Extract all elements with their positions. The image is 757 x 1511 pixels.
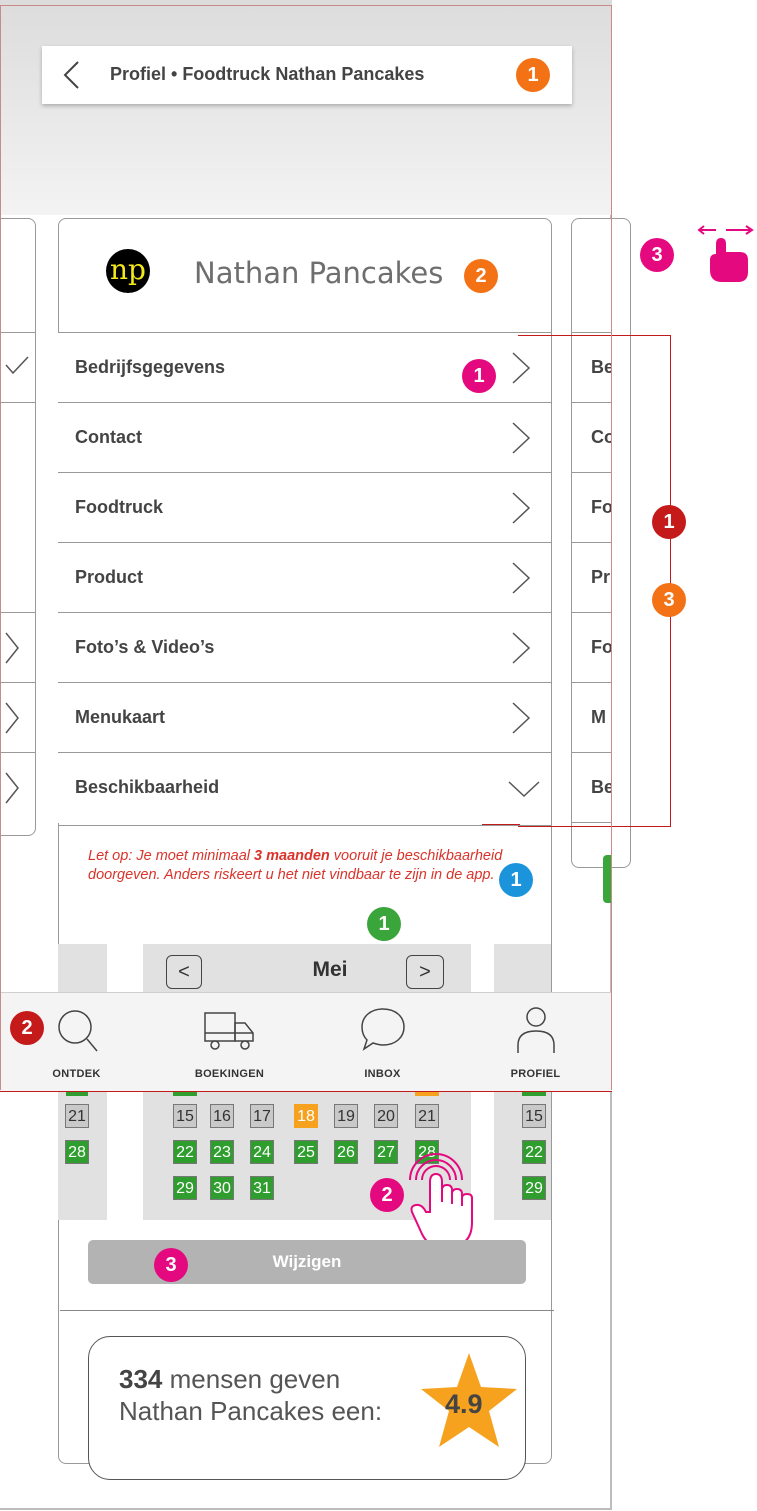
annotation-bracket-tail [482,824,520,825]
calendar-day[interactable]: 30 [210,1176,234,1200]
annotation-badge: 1 [652,505,686,539]
menu-item-bedrijfsgegevens[interactable]: Bedrijfsgegevens 1 [58,332,551,403]
annotation-badge: 2 [370,1178,404,1212]
calendar-day[interactable]: 15 [522,1104,546,1128]
calendar-day[interactable]: 22 [522,1140,546,1164]
rating-text: 334 mensen geven Nathan Pancakes een: [119,1364,383,1426]
calendar-day[interactable]: 22 [173,1140,197,1164]
truck-icon [203,1012,254,1050]
menu-item-beschikbaarheid[interactable]: Beschikbaarheid [58,752,551,823]
annotation-badge: 1 [516,58,550,92]
annotation-badge: 3 [652,583,686,617]
calendar-day[interactable]: 29 [522,1176,546,1200]
nav-item-profiel[interactable]: PROFIEL [459,993,612,1091]
chevron-right-icon [5,702,19,734]
calendar-day[interactable]: 29 [173,1176,197,1200]
menu-item-contact[interactable]: Contact [58,402,551,473]
back-icon[interactable] [62,60,80,90]
calendar-day[interactable]: 21 [415,1104,439,1128]
calendar-day[interactable]: 27 [374,1140,398,1164]
calendar-day[interactable]: 19 [334,1104,358,1128]
header-background [0,0,612,215]
month-title: Mei [312,958,348,981]
check-icon [5,356,29,375]
calendar-day[interactable]: 15 [173,1104,197,1128]
annotation-badge: 3 [154,1248,188,1282]
rating-card: 334 mensen geven Nathan Pancakes een: 4.9 [88,1336,526,1480]
nav-item-inbox[interactable]: INBOX [306,993,459,1091]
calendar-day[interactable]: 25 [294,1140,318,1164]
previous-card-row [0,752,36,823]
calendar-day[interactable]: 23 [210,1140,234,1164]
top-bar: Profiel • Foodtruck Nathan Pancakes 1 [42,46,572,104]
annotation-badge: 2 [464,259,498,293]
divider [58,825,551,826]
calendar-day[interactable]: 18 [294,1104,318,1128]
annotation-badge: 3 [640,238,674,272]
chevron-right-icon [5,632,19,664]
divider [60,1310,554,1311]
previous-card-row [0,682,36,753]
calendar-day[interactable]: 21 [65,1104,89,1128]
annotation-badge: 2 [10,1011,44,1045]
menu-item-fotos-videos[interactable]: Foto’s & Video’s [58,612,551,683]
calendar-day[interactable]: 20 [374,1104,398,1128]
annotation-badge: 1 [367,907,401,941]
chat-icon [360,1008,405,1051]
previous-card-row [0,332,36,403]
prev-month-button[interactable]: < [166,955,202,989]
bottom-navigation: ONTDEK BOEKINGEN INBOX PROFIEL 2 [0,992,612,1092]
annotation-bracket [518,335,671,827]
page-title: Profiel • Foodtruck Nathan Pancakes [110,64,425,84]
calendar-day[interactable]: 28 [65,1140,89,1164]
nav-item-boekingen[interactable]: BOEKINGEN [153,993,306,1091]
rating-score: 4.9 [445,1389,483,1419]
menu-item-product[interactable]: Product [58,542,551,613]
profile-logo: np [106,249,150,293]
annotation-badge: 1 [462,359,496,393]
calendar-day[interactable]: 26 [334,1140,358,1164]
next-card-button [603,855,612,903]
calendar-day[interactable]: 17 [250,1104,274,1128]
search-icon [57,1010,98,1052]
divider [0,402,36,403]
menu-item-menukaart[interactable]: Menukaart [58,682,551,753]
menu-item-foodtruck[interactable]: Foodtruck [58,472,551,543]
user-icon [516,1007,555,1053]
annotation-badge: 1 [499,863,533,897]
calendar-day[interactable]: 31 [250,1176,274,1200]
calendar-day[interactable]: 24 [250,1140,274,1164]
chevron-right-icon [5,772,19,804]
profile-name: Nathan Pancakes [194,256,444,290]
swipe-gesture-icon [697,225,754,282]
calendar-day[interactable]: 16 [210,1104,234,1128]
next-month-button[interactable]: > [406,955,444,989]
availability-notice: Let op: Je moet minimaal 3 maanden vooru… [88,848,503,883]
tap-gesture-icon [409,1153,473,1247]
previous-card-row [0,612,36,683]
